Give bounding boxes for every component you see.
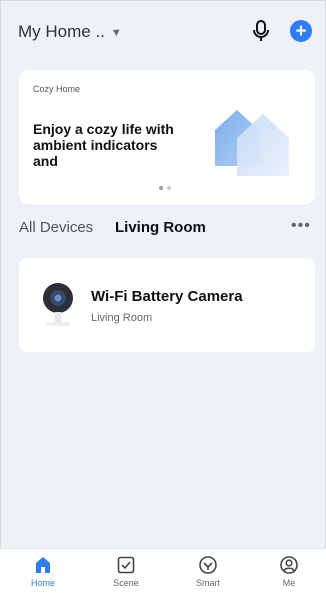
- caret-down-icon: ▼: [110, 27, 122, 39]
- nav-home[interactable]: Home: [13, 555, 73, 588]
- more-horizontal-icon[interactable]: •••: [291, 217, 311, 235]
- nav-scene[interactable]: Scene: [96, 555, 156, 588]
- scene-icon: [117, 556, 135, 574]
- ambient-light-illustration: [215, 110, 289, 176]
- carousel-dot: [159, 186, 163, 190]
- tab-living-room[interactable]: Living Room: [115, 219, 206, 236]
- nav-me[interactable]: Me: [259, 555, 319, 588]
- nav-label-scene: Scene: [113, 578, 139, 588]
- add-device-button[interactable]: +: [290, 20, 312, 42]
- home-icon: [36, 557, 50, 573]
- microphone-icon[interactable]: [250, 19, 272, 43]
- carousel-dot: [167, 186, 171, 190]
- plus-icon: +: [295, 20, 307, 42]
- profile-icon: [280, 556, 298, 574]
- top-bar: My Home .. ▼ +: [0, 0, 326, 62]
- banner-headline: Enjoy a cozy life with ambient indicator…: [33, 121, 174, 169]
- bottom-navigation: Home Scene Smart Me: [0, 548, 326, 593]
- nav-label-home: Home: [30, 578, 55, 588]
- carousel-indicator: [159, 186, 171, 190]
- nav-label-me: Me: [282, 578, 296, 588]
- home-title: My Home ..: [18, 22, 105, 41]
- banner-subtitle: Cozy Home: [33, 84, 81, 94]
- tab-all-devices[interactable]: All Devices: [19, 219, 93, 236]
- room-tabs: All Devices Living Room •••: [0, 214, 326, 242]
- smart-icon: [199, 556, 217, 574]
- home-selector[interactable]: My Home .. ▼: [18, 22, 122, 42]
- nav-smart[interactable]: Smart: [178, 555, 238, 588]
- device-name: Wi-Fi Battery Camera: [91, 288, 243, 305]
- promo-banner[interactable]: Cozy Home Enjoy a cozy life with ambient…: [19, 70, 315, 204]
- nav-label-smart: Smart: [195, 578, 220, 588]
- device-room: Living Room: [91, 312, 153, 324]
- device-card[interactable]: Wi-Fi Battery Camera Living Room: [19, 258, 315, 352]
- camera-icon: [43, 283, 73, 326]
